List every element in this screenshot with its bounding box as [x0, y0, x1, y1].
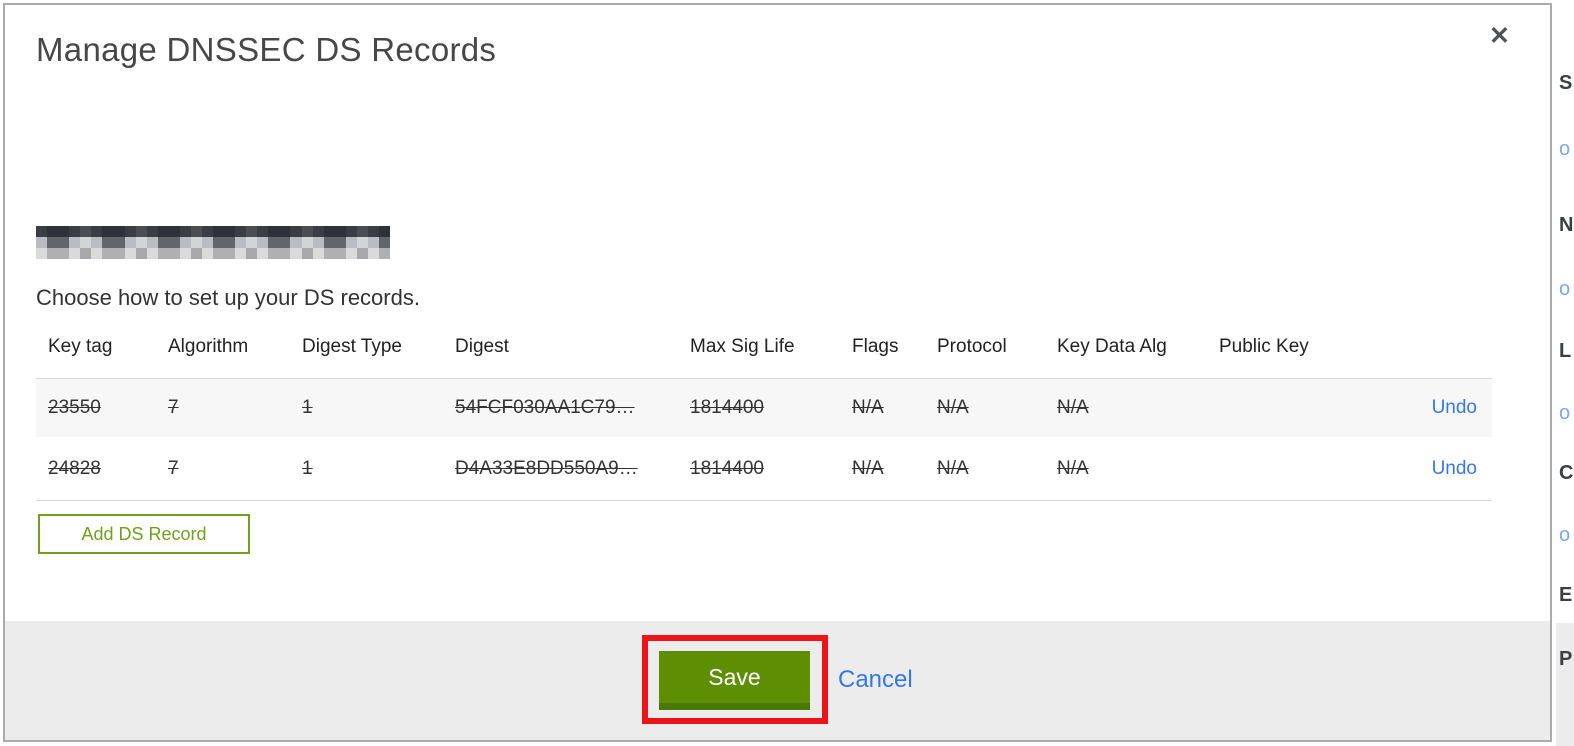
header-flags: Flags — [852, 336, 899, 357]
ds-records-table: Key tag Algorithm Digest Type Digest Max… — [36, 329, 1492, 501]
edge-fragment: L — [1559, 340, 1572, 362]
table-body: 23550 7 1 54FCF030AA1C79… 1814400 N/A N/… — [36, 378, 1492, 501]
header-algorithm: Algorithm — [168, 336, 249, 357]
manage-dnssec-dialog: Manage DNSSEC DS Records ✕ Choose how to… — [3, 3, 1552, 742]
cell-max-sig-life: 1814400 — [690, 397, 764, 418]
cell-algorithm: 7 — [168, 397, 179, 418]
cell-protocol: N/A — [937, 457, 969, 479]
header-key-data-alg: Key Data Alg — [1057, 336, 1167, 357]
cell-algorithm: 7 — [168, 457, 179, 479]
add-ds-record-button[interactable]: Add DS Record — [38, 514, 250, 554]
undo-link[interactable]: Undo — [1379, 397, 1492, 419]
header-protocol: Protocol — [937, 336, 1007, 357]
cell-key-data-alg: N/A — [1057, 457, 1089, 479]
edge-strip-footer-gray — [1556, 623, 1574, 746]
header-key-tag: Key tag — [48, 336, 113, 357]
cell-flags: N/A — [852, 457, 884, 479]
cell-key-data-alg: N/A — [1057, 397, 1089, 418]
cell-key-tag: 23550 — [48, 397, 101, 418]
header-digest-type: Digest Type — [302, 336, 402, 357]
cell-digest-type: 1 — [302, 397, 313, 418]
edge-fragment: C — [1559, 462, 1574, 484]
dialog-footer: Save Cancel — [5, 621, 1550, 740]
edge-fragment: E — [1559, 584, 1573, 606]
edge-strip: So No Lo Co E P — [1556, 0, 1574, 746]
header-digest: Digest — [455, 336, 509, 357]
cell-digest-type: 1 — [302, 457, 313, 479]
redacted-domain-name — [36, 226, 390, 259]
edge-fragment: S — [1559, 72, 1573, 94]
close-icon[interactable]: ✕ — [1489, 24, 1510, 49]
header-public-key: Public Key — [1219, 336, 1309, 357]
cell-flags: N/A — [852, 397, 884, 418]
save-button[interactable]: Save — [659, 651, 810, 710]
table-row: 23550 7 1 54FCF030AA1C79… 1814400 N/A N/… — [36, 379, 1492, 437]
edge-fragment: o — [1559, 524, 1571, 546]
dialog-title: Manage DNSSEC DS Records — [36, 31, 497, 68]
edge-fragment: N — [1559, 214, 1574, 236]
table-row: 24828 7 1 D4A33E8DD550A9… 1814400 N/A N/… — [36, 437, 1492, 500]
screenshot-canvas: Manage DNSSEC DS Records ✕ Choose how to… — [0, 0, 1574, 746]
header-max-sig-life: Max Sig Life — [690, 336, 795, 357]
instruction-text: Choose how to set up your DS records. — [36, 285, 420, 310]
cell-key-tag: 24828 — [48, 457, 101, 479]
cell-digest: 54FCF030AA1C79… — [455, 397, 635, 418]
cell-protocol: N/A — [937, 397, 969, 418]
edge-fragment: o — [1559, 278, 1571, 300]
header-actions — [1379, 336, 1492, 378]
cell-max-sig-life: 1814400 — [690, 457, 764, 479]
edge-fragment: P — [1559, 648, 1573, 670]
cell-digest: D4A33E8DD550A9… — [455, 457, 638, 479]
undo-link[interactable]: Undo — [1379, 458, 1492, 480]
edge-fragment: o — [1559, 138, 1571, 160]
edge-fragment: o — [1559, 402, 1571, 424]
cancel-link[interactable]: Cancel — [838, 666, 913, 694]
table-header-row: Key tag Algorithm Digest Type Digest Max… — [36, 329, 1492, 378]
